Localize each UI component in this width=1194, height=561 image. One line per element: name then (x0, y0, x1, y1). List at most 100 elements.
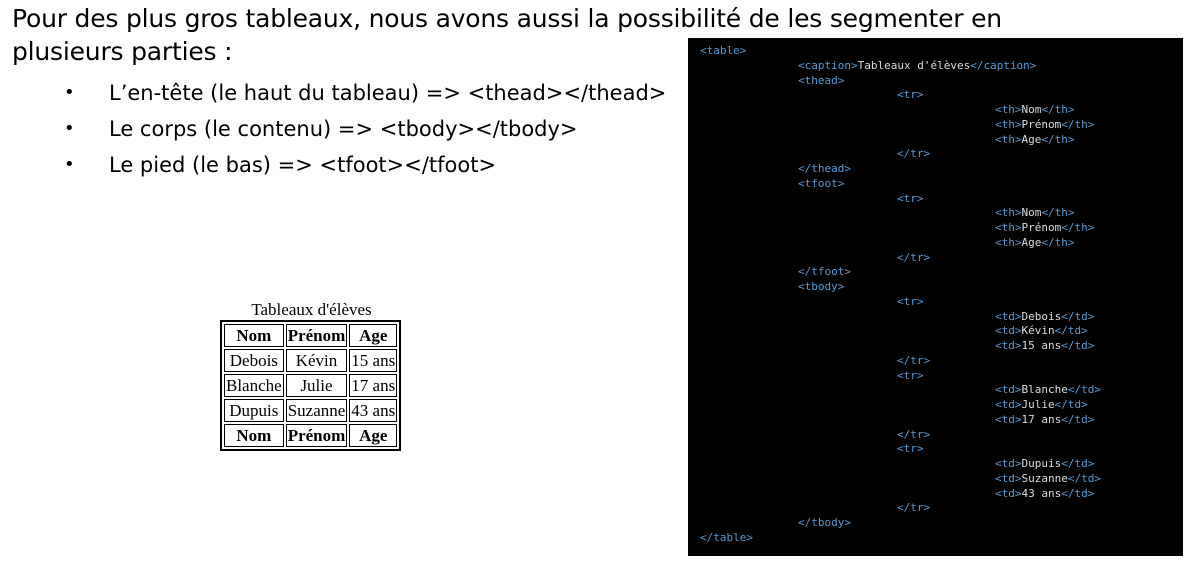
list-item: • Le corps (le contenu) => <tbody></tbod… (64, 111, 666, 147)
code-line: </tfoot> (700, 265, 1183, 280)
table-cell: Kévin (285, 349, 348, 372)
code-tag-open: <th> (995, 235, 1022, 249)
code-tag-open: <tr> (897, 294, 924, 308)
code-tag-open: <td> (995, 398, 1022, 411)
code-tag-open: <td> (995, 309, 1022, 323)
code-tag-open: <tr> (897, 442, 924, 456)
code-tag-open: <td> (995, 486, 1022, 500)
code-block: <table> <caption>Tableaux d'élèves</capti… (688, 38, 1183, 556)
foot-cell: Age (349, 424, 398, 447)
code-tag-open: <tbody> (798, 280, 845, 293)
code-tag-open: <tfoot> (798, 176, 845, 190)
table-row: Debois Kévin 15 ans (224, 349, 398, 372)
table-cell: 15 ans (349, 349, 398, 372)
code-tag-close: </th> (1041, 132, 1075, 146)
code-line: </tr> (700, 354, 1183, 369)
code-line: </tr> (700, 147, 1183, 162)
code-line: <td>43 ans</td> (700, 487, 1183, 502)
code-tag-open: </tbody> (798, 516, 851, 529)
code-line: <tfoot> (700, 177, 1183, 192)
code-line: </tr> (700, 428, 1183, 443)
table-foot-row: Nom Prénom Age (224, 424, 398, 447)
code-line: <th>Nom</th> (700, 103, 1183, 118)
code-tag-close: </th> (1041, 235, 1075, 249)
code-line: <td>Blanche</td> (700, 383, 1183, 398)
code-line: <td>Suzanne</td> (700, 472, 1183, 487)
table-cell: Debois (224, 349, 284, 372)
code-tag-close: </th> (1061, 117, 1095, 131)
code-tag-close: </th> (1041, 103, 1075, 116)
code-tag-open: </table> (700, 530, 753, 544)
code-tag-open: </tfoot> (798, 265, 851, 279)
list-item-text: Le corps (le contenu) => <tbody></tbody> (109, 117, 578, 141)
code-text: Debois (1021, 309, 1062, 323)
code-tag-open: <tr> (897, 368, 924, 382)
head-cell: Age (349, 324, 398, 347)
code-tag-close: </td> (1061, 412, 1095, 426)
list-item: • Le pied (le bas) => <tfoot></tfoot> (64, 147, 666, 183)
code-line: <tbody> (700, 280, 1183, 295)
code-tag-open: <td> (995, 412, 1022, 426)
head-cell: Nom (224, 324, 284, 347)
code-tag-close: </td> (1054, 398, 1088, 411)
code-text: Blanche (1021, 383, 1068, 397)
code-text: Suzanne (1021, 471, 1068, 485)
table-caption: Tableaux d'élèves (251, 300, 372, 319)
foot-cell: Nom (224, 424, 284, 447)
code-tag-open: <table> (700, 44, 747, 57)
code-tag-open: <th> (995, 206, 1022, 220)
code-line: <td>17 ans</td> (700, 413, 1183, 428)
table-head-row: Nom Prénom Age (224, 324, 398, 347)
table-row: Blanche Julie 17 ans (224, 374, 398, 397)
code-line: <td>Debois</td> (700, 310, 1183, 325)
code-text: Tableaux d'élèves (857, 58, 971, 72)
list-item: • L’en-tête (le haut du tableau) => <the… (64, 75, 666, 111)
code-line: <tr> (700, 442, 1183, 457)
code-tag-open: </tr> (897, 147, 931, 161)
code-tag-open: <td> (995, 324, 1022, 338)
code-text: Dupuis (1021, 457, 1062, 470)
code-line: <td>15 ans</td> (700, 339, 1183, 354)
code-tag-open: </tr> (897, 353, 931, 367)
code-tag-close: </td> (1061, 339, 1095, 352)
code-line: <tr> (700, 295, 1183, 310)
code-line: <td>Dupuis</td> (700, 457, 1183, 472)
bullet-icon: • (64, 154, 75, 175)
bullet-list: • L’en-tête (le haut du tableau) => <the… (64, 75, 666, 183)
code-line: <caption>Tableaux d'élèves</caption> (700, 59, 1183, 74)
code-text: Nom (1021, 103, 1042, 116)
code-text: Kévin (1021, 324, 1055, 338)
code-line: </tr> (700, 501, 1183, 516)
bullet-icon: • (64, 118, 75, 139)
table-cell: 17 ans (349, 374, 398, 397)
code-line: <th>Prénom</th> (700, 118, 1183, 133)
code-text: 17 ans (1021, 412, 1062, 426)
code-tag-open: <th> (995, 221, 1022, 234)
code-tag-open: <tr> (897, 88, 924, 102)
code-text: 15 ans (1021, 339, 1062, 352)
code-tag-close: </td> (1054, 324, 1088, 338)
code-line: <th>Age</th> (700, 133, 1183, 148)
code-text: 43 ans (1021, 486, 1062, 500)
code-line: <th>Nom</th> (700, 206, 1183, 221)
code-text: Julie (1021, 398, 1055, 411)
code-tag-open: </tr> (897, 250, 931, 264)
code-tag-close: </th> (1061, 221, 1095, 234)
code-tag-open: <tr> (897, 191, 924, 205)
code-line: </thead> (700, 162, 1183, 177)
table-cell: Julie (285, 374, 348, 397)
code-tag-open: <caption> (798, 58, 858, 72)
code-tag-open: <td> (995, 457, 1022, 470)
code-tag-open: <td> (995, 471, 1022, 485)
code-tag-close: </td> (1067, 383, 1101, 397)
table-cell: Suzanne (285, 399, 348, 422)
code-tag-open: <td> (995, 383, 1022, 397)
code-tag-close: </td> (1061, 486, 1095, 500)
code-tag-close: </td> (1061, 309, 1095, 323)
rendered-table: Nom Prénom Age Debois Kévin 15 ans Blanc… (220, 320, 402, 451)
code-tag-open: <th> (995, 117, 1022, 131)
code-tag-open: <th> (995, 103, 1022, 116)
code-tag-close: </td> (1061, 457, 1095, 470)
head-cell: Prénom (285, 324, 348, 347)
code-tag-close: </th> (1041, 206, 1075, 220)
